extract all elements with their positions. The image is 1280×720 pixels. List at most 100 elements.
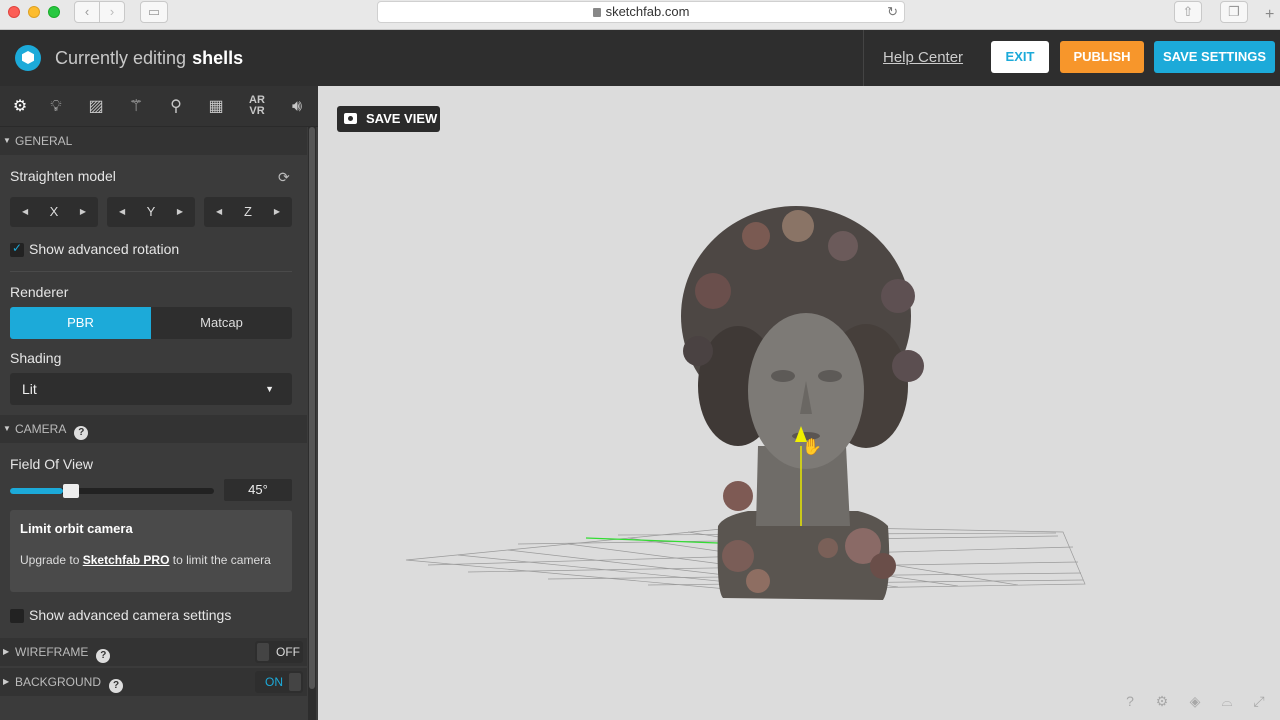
renderer-label: Renderer: [10, 284, 69, 300]
arrow-left-icon[interactable]: ◀: [119, 197, 125, 227]
film-icon[interactable]: ▦: [196, 86, 236, 127]
camera-icon: [344, 113, 357, 124]
save-view-button[interactable]: SAVE VIEW: [337, 106, 440, 132]
settings-panel: ⚙ 💡︎ ▨ ⚚ ⚲ ▦ AR VR 🔊︎ ▼ GENERAL Straighten…: [0, 86, 318, 720]
browser-chrome: ‹ › ▭ sketchfab.com ↻ ⇧ ❐ +: [0, 0, 1280, 30]
toggle-knob: [289, 673, 301, 691]
arrow-right-icon[interactable]: ▶: [177, 197, 183, 227]
publish-button[interactable]: PUBLISH: [1060, 41, 1144, 73]
lightbulb-icon[interactable]: 💡︎: [36, 86, 76, 127]
address-bar[interactable]: sketchfab.com ↻: [377, 1, 905, 23]
advanced-rotation-label[interactable]: Show advanced rotation: [29, 241, 179, 257]
camera-section-header[interactable]: ▼ CAMERA?: [0, 415, 307, 443]
background-toggle-text: ON: [265, 675, 283, 689]
help-icon[interactable]: ?: [74, 426, 89, 440]
rotate-z-control[interactable]: ◀ Z ▶: [204, 197, 292, 227]
pin-icon[interactable]: ⚲: [156, 86, 196, 127]
fov-slider-thumb[interactable]: [63, 484, 80, 498]
limit-orbit-title: Limit orbit camera: [20, 521, 133, 536]
sound-icon[interactable]: 🔊︎: [277, 86, 317, 127]
fov-slider-fill: [10, 488, 64, 494]
limit-text-after: to limit the camera: [169, 553, 271, 567]
fov-value-input[interactable]: 45°: [224, 479, 292, 501]
shading-label: Shading: [10, 350, 62, 366]
renderer-matcap-option[interactable]: Matcap: [151, 307, 292, 339]
arrow-left-icon[interactable]: ◀: [216, 197, 222, 227]
close-window-button[interactable]: [8, 6, 20, 18]
straighten-model-label: Straighten model: [10, 168, 116, 184]
layers-icon[interactable]: ◈: [1187, 693, 1203, 710]
wireframe-title: WIREFRAME: [15, 645, 89, 659]
exit-button[interactable]: EXIT: [991, 41, 1049, 73]
help-icon[interactable]: ?: [96, 649, 111, 663]
back-icon[interactable]: ‹: [74, 1, 100, 23]
caret-down-icon: ▼: [3, 136, 11, 145]
field-of-view-label: Field Of View: [10, 456, 93, 472]
axis-x-label: X: [49, 204, 59, 219]
help-center-link[interactable]: Help Center: [883, 49, 963, 66]
gear-icon[interactable]: ⚙: [0, 86, 40, 127]
minimize-window-button[interactable]: [28, 6, 40, 18]
help-icon[interactable]: ?: [109, 679, 124, 693]
save-view-label: SAVE VIEW: [366, 111, 438, 126]
lock-icon: [592, 8, 601, 17]
magic-wand-icon[interactable]: ⚚: [116, 86, 156, 127]
renderer-pbr-option[interactable]: PBR: [10, 307, 151, 339]
divider: [10, 271, 292, 272]
reset-rotation-icon[interactable]: ⟳: [278, 169, 290, 186]
maximize-window-button[interactable]: [48, 6, 60, 18]
share-icon[interactable]: ⇧: [1174, 1, 1202, 23]
camera-title: CAMERA: [15, 422, 67, 436]
tabs-icon[interactable]: ❐: [1220, 1, 1248, 23]
model-scene[interactable]: ✋: [318, 86, 1280, 720]
rotate-y-control[interactable]: ◀ Y ▶: [107, 197, 195, 227]
background-toggle[interactable]: ON: [255, 671, 303, 693]
fullscreen-icon[interactable]: ⤢: [1251, 693, 1267, 710]
vr-icon[interactable]: ⌓: [1219, 693, 1235, 710]
arrow-right-icon[interactable]: ▶: [80, 197, 86, 227]
tool-tabs: ⚙ 💡︎ ▨ ⚚ ⚲ ▦ AR VR 🔊︎: [0, 86, 318, 127]
wireframe-toggle-text: OFF: [276, 645, 300, 659]
advanced-camera-checkbox[interactable]: [10, 609, 24, 623]
axis-z-label: Z: [244, 204, 252, 219]
ar-vr-icon[interactable]: AR VR: [237, 86, 277, 127]
header-divider: [863, 30, 864, 86]
reload-icon[interactable]: ↻: [887, 2, 898, 22]
scrollbar-thumb[interactable]: [309, 127, 315, 689]
wireframe-toggle[interactable]: OFF: [255, 641, 303, 663]
arrow-right-icon[interactable]: ▶: [274, 197, 280, 227]
limit-orbit-text: Upgrade to Sketchfab PRO to limit the ca…: [20, 552, 282, 569]
caret-down-icon: ▼: [3, 424, 11, 433]
caret-right-icon: ▶: [3, 677, 10, 686]
model-name: shells: [192, 48, 244, 68]
fov-slider[interactable]: [10, 484, 214, 498]
toggle-knob: [257, 643, 269, 661]
arrow-left-icon[interactable]: ◀: [22, 197, 28, 227]
shading-select[interactable]: Lit ▼: [10, 373, 292, 405]
url-text: sketchfab.com: [605, 4, 690, 19]
hand-cursor-icon: ✋: [802, 437, 822, 456]
new-tab-icon[interactable]: +: [1265, 6, 1280, 26]
chevron-down-icon: ▼: [265, 384, 274, 394]
limit-text-before: Upgrade to: [20, 553, 83, 567]
sketchfab-pro-link[interactable]: Sketchfab PRO: [83, 553, 170, 567]
advanced-rotation-checkbox[interactable]: [10, 241, 24, 257]
forward-icon[interactable]: ›: [99, 1, 125, 23]
save-settings-button[interactable]: SAVE SETTINGS: [1154, 41, 1275, 73]
general-title: GENERAL: [15, 134, 73, 148]
rotate-x-control[interactable]: ◀ X ▶: [10, 197, 98, 227]
axis-y-label: Y: [146, 204, 156, 219]
general-section-header[interactable]: ▼ GENERAL: [0, 127, 307, 155]
settings-icon[interactable]: ⚙: [1154, 693, 1170, 710]
editing-prefix: Currently editing: [55, 48, 187, 68]
limit-orbit-info-box: Limit orbit camera Upgrade to Sketchfab …: [10, 510, 292, 592]
page-title: Currently editing shells: [55, 48, 243, 69]
advanced-camera-label[interactable]: Show advanced camera settings: [29, 607, 231, 623]
image-icon[interactable]: ▨: [76, 86, 116, 127]
background-title: BACKGROUND: [15, 675, 102, 689]
shading-value: Lit: [22, 381, 37, 397]
help-icon[interactable]: ?: [1122, 693, 1138, 709]
panel-scrollbar[interactable]: [308, 127, 316, 720]
sidebar-icon[interactable]: ▭: [140, 1, 168, 23]
sketchfab-logo-icon[interactable]: [15, 45, 41, 71]
